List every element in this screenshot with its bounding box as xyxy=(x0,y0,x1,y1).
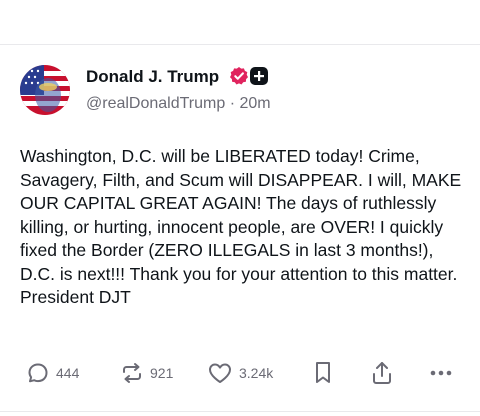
handle[interactable]: @realDonaldTrump xyxy=(86,95,225,112)
previous-post-area xyxy=(0,0,480,44)
repost-count: 921 xyxy=(150,365,174,381)
avatar[interactable] xyxy=(20,65,70,115)
more-dots-icon xyxy=(430,370,452,376)
bookmark-icon xyxy=(316,362,330,383)
repost-arrows-icon xyxy=(123,363,141,383)
plus-badge-icon xyxy=(250,67,268,85)
divider xyxy=(0,411,480,412)
more-options-button[interactable] xyxy=(428,359,454,387)
heart-icon xyxy=(209,363,231,383)
reply-button[interactable]: 444 xyxy=(26,359,79,387)
speech-bubble-icon xyxy=(28,363,48,383)
timestamp[interactable]: 20m xyxy=(240,95,271,112)
author-meta: @realDonaldTrump · 20m xyxy=(86,95,271,113)
share-upload-icon xyxy=(373,362,391,384)
post-body: Washington, D.C. will be LIBERATED today… xyxy=(20,146,462,307)
post[interactable]: Donald J. Trump @realDonaldTrump · 20m W… xyxy=(0,45,480,416)
share-button[interactable] xyxy=(370,359,394,387)
repost-button[interactable]: 921 xyxy=(120,359,173,387)
meta-separator: · xyxy=(229,95,236,112)
bookmark-button[interactable] xyxy=(312,359,334,387)
like-count: 3.24k xyxy=(239,365,274,381)
action-bar: 444 921 3.24k xyxy=(0,359,480,387)
verified-badge-icon xyxy=(230,67,248,85)
display-name[interactable]: Donald J. Trump xyxy=(86,67,219,87)
reply-count: 444 xyxy=(56,365,80,381)
like-button[interactable]: 3.24k xyxy=(207,359,273,387)
